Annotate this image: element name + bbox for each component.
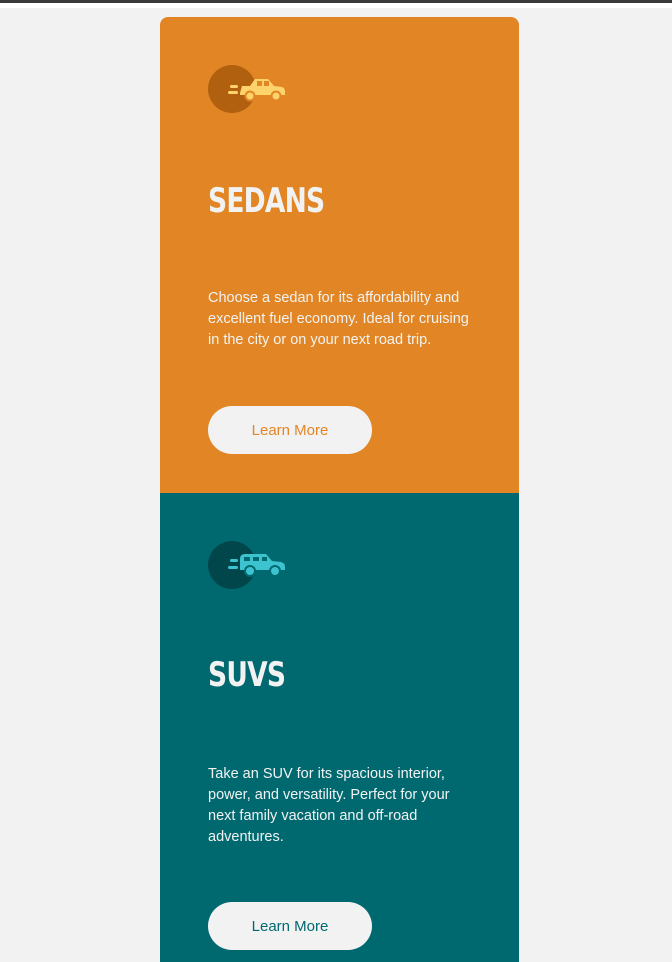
sedan-title: SEDANS — [208, 181, 325, 221]
sedan-learn-more-button[interactable]: Learn More — [208, 406, 372, 454]
sedan-card: SEDANS Choose a sedan for its affordabil… — [160, 17, 519, 493]
suv-learn-more-button[interactable]: Learn More — [208, 902, 372, 950]
sedan-description: Choose a sedan for its affordability and… — [208, 290, 469, 348]
sedan-car-icon — [208, 65, 288, 113]
car-category-cards: SEDANS Choose a sedan for its affordabil… — [160, 17, 519, 962]
suv-car-icon — [208, 541, 288, 589]
suv-description: Take an SUV for its spacious interior, p… — [208, 766, 450, 845]
suv-card: SUVS Take an SUV for its spacious interi… — [160, 493, 519, 962]
browser-top-edge — [0, 0, 672, 8]
suv-title: SUVS — [208, 655, 286, 695]
